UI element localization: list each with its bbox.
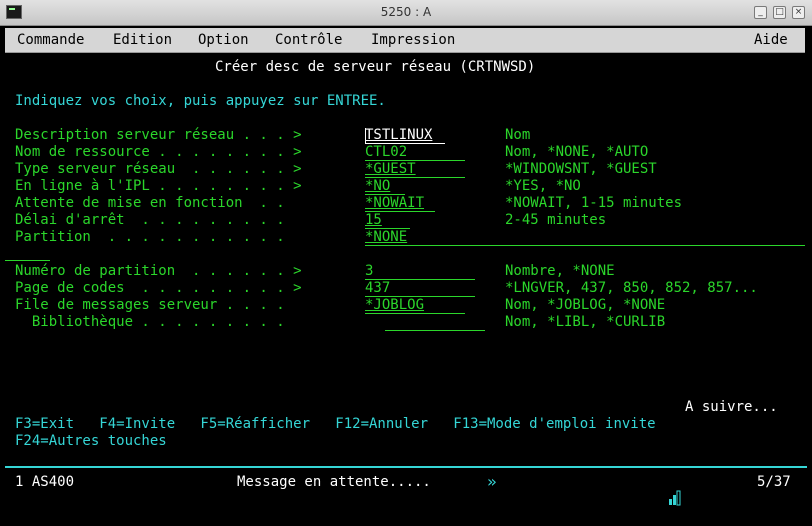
maximize-button[interactable]: □ bbox=[773, 6, 786, 19]
menu-impression[interactable]: Impression bbox=[371, 32, 455, 48]
window-title: 5250 : A bbox=[380, 5, 432, 19]
field-hint: *WINDOWSNT, *GUEST bbox=[505, 161, 657, 177]
field-hint: Nom, *JOBLOG, *NONE bbox=[505, 297, 666, 313]
field-value-attente[interactable]: *NOWAIT bbox=[365, 195, 424, 212]
instruction-text: Indiquez vos choix, puis appuyez sur ENT… bbox=[15, 93, 386, 109]
field-hint: *LNGVER, 437, 850, 852, 857... bbox=[505, 280, 758, 296]
field-label: Partition . . . . . . . . . . . bbox=[15, 229, 285, 245]
menu-bar: Commande Edition Option Contrôle Impress… bbox=[5, 28, 805, 53]
field-value-type[interactable]: *GUEST bbox=[365, 161, 416, 178]
message-waiting: Message en attente..... bbox=[237, 474, 431, 490]
field-value-file-messages[interactable]: *JOBLOG bbox=[365, 297, 424, 314]
field-label: Attente de mise en fonction . . bbox=[15, 195, 285, 211]
field-value-numero-partition[interactable]: 3 bbox=[365, 263, 373, 280]
field-value-page-codes[interactable]: 437 bbox=[365, 280, 390, 297]
cursor-position: 5/37 bbox=[757, 474, 791, 490]
function-keys-line-1: F3=Exit F4=Invite F5=Réafficher F12=Annu… bbox=[15, 416, 656, 432]
function-keys-line-2: F24=Autres touches bbox=[15, 433, 167, 449]
menu-commande[interactable]: Commande bbox=[17, 32, 84, 48]
menu-controle[interactable]: Contrôle bbox=[275, 32, 342, 48]
screen-heading: Créer desc de serveur réseau (CRTNWSD) bbox=[215, 59, 536, 75]
menu-edition[interactable]: Edition bbox=[113, 32, 172, 48]
menu-option[interactable]: Option bbox=[198, 32, 249, 48]
field-label: Description serveur réseau . . . > bbox=[15, 127, 302, 143]
field-hint: 2-45 minutes bbox=[505, 212, 607, 228]
field-hint: *NOWAIT, 1-15 minutes bbox=[505, 195, 683, 211]
input-underline bbox=[385, 330, 485, 331]
field-value-delai[interactable]: 15 bbox=[365, 212, 382, 229]
arrow-indicator-icon: » bbox=[487, 472, 497, 491]
field-label: En ligne à l'IPL . . . . . . . . > bbox=[15, 178, 302, 194]
close-button[interactable]: × bbox=[792, 6, 805, 19]
field-value-description[interactable]: TSTLINUX bbox=[365, 127, 432, 144]
field-label: Type serveur réseau . . . . . . > bbox=[15, 161, 302, 177]
more-indicator: A suivre... bbox=[685, 399, 778, 415]
field-label: Page de codes . . . . . . . . . > bbox=[15, 280, 302, 296]
input-underline bbox=[365, 245, 805, 246]
field-hint: Nom, *NONE, *AUTO bbox=[505, 144, 649, 160]
terminal-screen: Créer desc de serveur réseau (CRTNWSD) I… bbox=[5, 55, 807, 465]
session-id: 1 AS400 bbox=[15, 474, 75, 490]
minimize-button[interactable]: _ bbox=[754, 6, 767, 19]
field-hint: *YES, *NO bbox=[505, 178, 581, 194]
input-inhibited-icon bbox=[617, 474, 682, 526]
text-cursor bbox=[365, 128, 366, 143]
terminal-window: 5250 : A _ □ × Commande Edition Option C… bbox=[0, 0, 812, 506]
field-label: Numéro de partition . . . . . . > bbox=[15, 263, 302, 279]
field-label: Délai d'arrêt . . . . . . . . . bbox=[15, 212, 285, 228]
field-label: Nom de ressource . . . . . . . . > bbox=[15, 144, 302, 160]
status-bar: 1 AS400 Message en attente..... » 5/37 bbox=[5, 466, 807, 506]
field-hint: Nom, *LIBL, *CURLIB bbox=[505, 314, 666, 330]
input-underline bbox=[5, 260, 50, 261]
title-bar: 5250 : A _ □ × bbox=[0, 0, 812, 26]
field-label: File de messages serveur . . . . bbox=[15, 297, 285, 313]
field-value-ressource[interactable]: CTL02 bbox=[365, 144, 407, 161]
field-hint: Nom bbox=[505, 127, 531, 143]
field-value-ipl[interactable]: *NO bbox=[365, 178, 390, 195]
menu-aide[interactable]: Aide bbox=[754, 32, 788, 48]
field-label: Bibliothèque . . . . . . . . . bbox=[15, 314, 285, 330]
field-hint: Nombre, *NONE bbox=[505, 263, 615, 279]
input-underline bbox=[365, 313, 465, 314]
field-value-partition[interactable]: *NONE bbox=[365, 229, 407, 246]
